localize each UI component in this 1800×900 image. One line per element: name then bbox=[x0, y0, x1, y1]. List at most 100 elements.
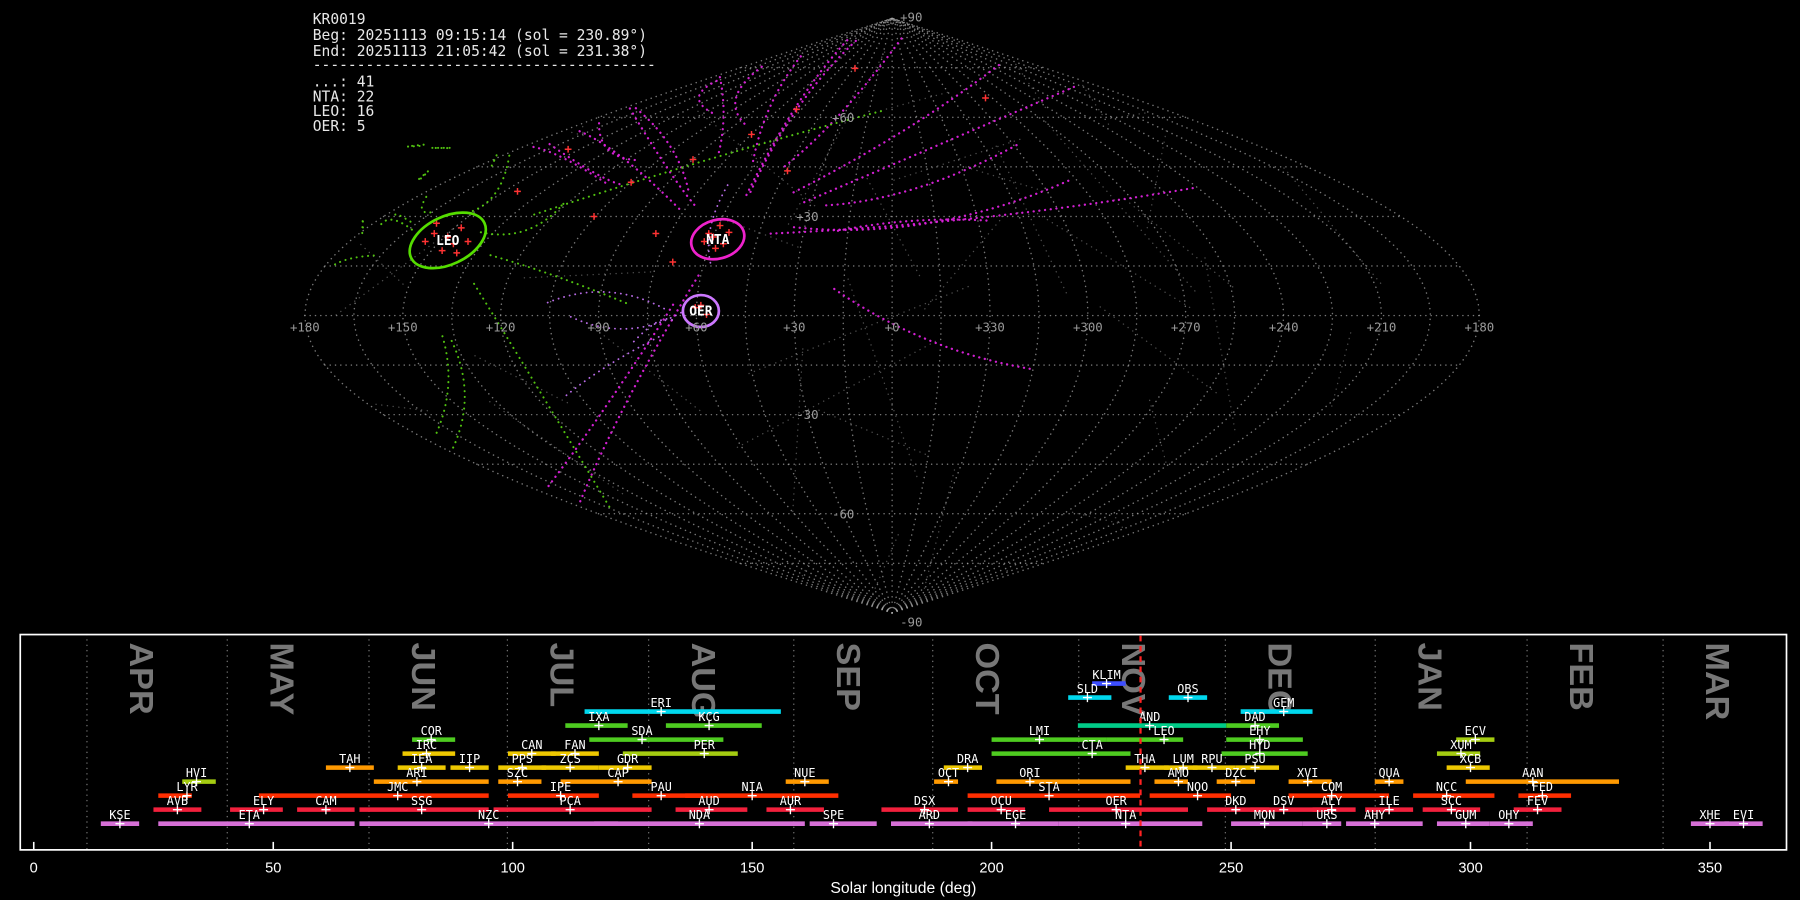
shower-label-ECV: ECV bbox=[1465, 724, 1486, 738]
grid-meridian bbox=[450, 17, 893, 614]
radiant-point bbox=[716, 222, 724, 229]
radiant-label-LEO: LEO bbox=[436, 234, 460, 249]
grid-meridian bbox=[304, 17, 893, 614]
meteor-trail-sporadic bbox=[568, 131, 584, 137]
shower-label-ELY: ELY bbox=[253, 794, 274, 808]
shower-label-NOO: NOO bbox=[1187, 780, 1208, 794]
shower-label-IRC: IRC bbox=[416, 738, 437, 752]
meteor-trail-LEO bbox=[406, 143, 425, 148]
meteor-trail-sporadic bbox=[1013, 60, 1047, 109]
month-label: FEB bbox=[1562, 643, 1600, 711]
shower-label-EHY: EHY bbox=[1249, 724, 1270, 738]
meteor-trail-LEO bbox=[334, 254, 380, 266]
shower-label-JMC: JMC bbox=[387, 780, 408, 794]
meteor-trail-NTA bbox=[835, 218, 988, 233]
radiant-point bbox=[453, 249, 461, 257]
shower-label-XUM: XUM bbox=[1450, 738, 1471, 752]
station-id: KR0019 bbox=[313, 11, 366, 28]
shower-label-CAM: CAM bbox=[315, 794, 336, 808]
shower-label-OBS: OBS bbox=[1177, 682, 1198, 696]
sky-markers bbox=[421, 64, 989, 318]
radiant-activity-plot: LEO NTAOER +180 +150 +120 +90 +60 +30 +0 +330 +30… bbox=[19, 10, 1788, 897]
shower-label-NZC: NZC bbox=[478, 808, 499, 822]
meteor-trail-sporadic bbox=[924, 214, 1006, 310]
month-label: SEP bbox=[829, 643, 867, 711]
meteor-trail-sporadic bbox=[870, 534, 899, 599]
lon-label: +300 bbox=[1073, 319, 1103, 334]
month-label: AUG bbox=[684, 643, 722, 719]
meteor-trail-OER bbox=[632, 318, 677, 343]
shower-label-NUE: NUE bbox=[794, 766, 815, 780]
meteor-trail-sporadic bbox=[865, 176, 921, 277]
shower-label-THA: THA bbox=[1134, 752, 1155, 766]
shower-label-ZCS: ZCS bbox=[559, 752, 580, 766]
begin-time-line: Beg: 20251113 09:15:14 (sol = 230.89°) bbox=[313, 27, 647, 44]
shower-label-SLD: SLD bbox=[1077, 682, 1098, 696]
shower-label-EGE: EGE bbox=[1005, 808, 1026, 822]
lat-label: -60 bbox=[832, 506, 854, 521]
shower-label-ORI: ORI bbox=[1019, 766, 1040, 780]
shower-label-URS: URS bbox=[1316, 808, 1337, 822]
radiant-point bbox=[457, 224, 465, 232]
shower-label-GEM: GEM bbox=[1273, 696, 1294, 710]
x-tick-label: 100 bbox=[500, 861, 524, 877]
grid-meridian bbox=[891, 17, 991, 614]
radiant-point bbox=[564, 145, 572, 153]
count-oer: OER: 5 bbox=[313, 118, 366, 135]
meteor-trail-sporadic bbox=[1124, 198, 1237, 290]
shower-label-PER: PER bbox=[694, 738, 716, 752]
meteor-trail-sporadic bbox=[731, 340, 936, 451]
radiant-point bbox=[514, 187, 521, 195]
month-label: JUN bbox=[404, 643, 442, 711]
meteor-trail-sporadic bbox=[1081, 84, 1110, 125]
meteor-trail-sporadic bbox=[697, 110, 819, 210]
shower-label-OCT: OCT bbox=[938, 766, 959, 780]
shower-label-HVI: HVI bbox=[186, 766, 207, 780]
shower-label-OCU: OCU bbox=[991, 794, 1012, 808]
lon-label: +30 bbox=[783, 319, 805, 334]
lat-label: -90 bbox=[900, 615, 922, 630]
shower-label-CAP: CAP bbox=[607, 766, 628, 780]
month-label: MAR bbox=[1698, 643, 1736, 721]
shower-label-MON: MON bbox=[1254, 808, 1275, 822]
meteor-trail-LEO bbox=[418, 169, 430, 181]
sky-radiants: LEO NTA OER bbox=[408, 211, 746, 329]
meteor-trail-NTA bbox=[532, 145, 609, 185]
x-tick-label: 50 bbox=[265, 861, 281, 877]
shower-label-QUA: QUA bbox=[1378, 766, 1399, 780]
meteor-trail-NTA bbox=[697, 79, 718, 117]
meteor-trail-LEO bbox=[435, 334, 450, 434]
meteor-trail-NTA bbox=[578, 130, 682, 212]
meteor-trail-LEO bbox=[394, 213, 415, 225]
shower-label-IXA: IXA bbox=[588, 710, 609, 724]
meteor-trail-LEO bbox=[420, 195, 435, 214]
shower-label-AUR: AUR bbox=[780, 794, 802, 808]
meteor-trail-NTA bbox=[823, 144, 1018, 207]
shower-label-AVB: AVB bbox=[167, 794, 188, 808]
lat-label: +90 bbox=[900, 10, 922, 25]
shower-label-CAN: CAN bbox=[521, 738, 542, 752]
lat-label: +60 bbox=[832, 110, 854, 125]
shower-label-KSE: KSE bbox=[109, 808, 130, 822]
meteor-trail-sporadic bbox=[815, 408, 926, 455]
meteor-trail-NTA bbox=[782, 37, 903, 169]
meteor-trail-NTA bbox=[717, 75, 725, 154]
shower-label-COM: COM bbox=[1321, 780, 1342, 794]
meteor-trail-NTA bbox=[547, 299, 677, 488]
lon-label: +120 bbox=[486, 319, 516, 334]
lon-label: +60 bbox=[685, 319, 707, 334]
shower-label-LEO: LEO bbox=[1153, 724, 1174, 738]
shower-label-XVI: XVI bbox=[1297, 766, 1318, 780]
x-axis-label: Solar longitude (deg) bbox=[830, 880, 976, 897]
shower-label-DAD: DAD bbox=[1244, 710, 1265, 724]
meteor-trail-sporadic bbox=[747, 285, 969, 375]
meteor-trail-NTA bbox=[791, 63, 1001, 195]
sky-map: LEO NTA OER +180 +150 +120 +90 +60 +30 +0 +330 +30… bbox=[290, 10, 1494, 630]
meteor-trail-NTA bbox=[634, 107, 691, 195]
radiant-point bbox=[590, 213, 598, 220]
radiant-label-OER: OER bbox=[689, 305, 713, 320]
meteor-trail-sporadic bbox=[893, 137, 1025, 181]
shower-label-GDR: GDR bbox=[617, 752, 639, 766]
shower-label-AHY: AHY bbox=[1364, 808, 1385, 822]
shower-label-AND: AND bbox=[1139, 710, 1160, 724]
